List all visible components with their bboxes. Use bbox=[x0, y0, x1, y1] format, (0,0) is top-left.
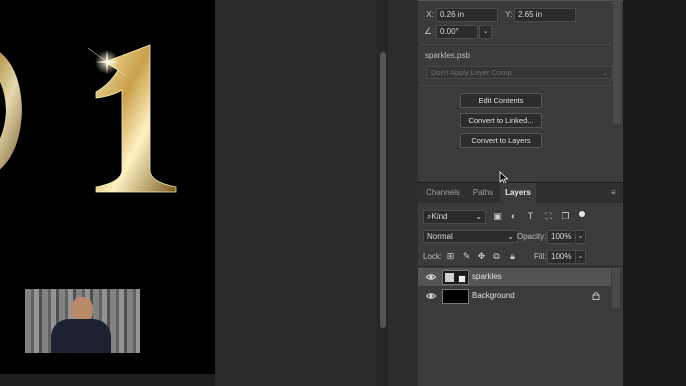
pasteboard bbox=[215, 0, 377, 386]
edit-contents-button[interactable]: Edit Contents bbox=[460, 93, 542, 108]
fill-label: Fill: bbox=[534, 252, 547, 261]
layer-name: sparkles bbox=[472, 272, 502, 281]
document-canvas[interactable] bbox=[0, 0, 215, 374]
visibility-eye-icon[interactable] bbox=[426, 272, 436, 282]
panel-menu-icon[interactable]: ≡ bbox=[611, 189, 619, 197]
angle-dropdown-chevron-icon[interactable]: ⌄ bbox=[479, 25, 492, 39]
filter-kind-dropdown[interactable]: ⌕Kind ⌄ bbox=[423, 210, 486, 224]
filter-smart-object-icon[interactable]: ❐ bbox=[560, 211, 571, 222]
visibility-eye-icon[interactable] bbox=[426, 291, 436, 301]
layer-thumbnail bbox=[442, 289, 469, 304]
opacity-field[interactable]: 100% bbox=[547, 230, 577, 244]
layer-thumbnail bbox=[442, 270, 469, 285]
panel-tab-bar: Channels Paths Layers ≡ bbox=[418, 183, 623, 203]
convert-to-layers-button[interactable]: Convert to Layers bbox=[460, 133, 542, 148]
blend-mode-chevron-icon: ⌄ bbox=[507, 232, 514, 241]
filter-chevron-icon: ⌄ bbox=[475, 212, 482, 221]
fill-chevron-icon[interactable]: ⌄ bbox=[575, 250, 586, 264]
smart-object-filename: sparkles.psb bbox=[425, 51, 470, 60]
layer-name: Background bbox=[472, 291, 515, 300]
lock-all-icon[interactable]: 🔒︎ bbox=[507, 251, 518, 262]
properties-panel: X: 0.26 in Y: 2.65 in ∠ 0.00° ⌄ sparkles… bbox=[418, 0, 623, 182]
tab-layers[interactable]: Layers bbox=[500, 183, 536, 203]
filter-adjustment-layer-icon[interactable]: ◐ bbox=[508, 211, 519, 222]
x-position-field[interactable]: 0.26 in bbox=[436, 8, 498, 22]
blend-mode-value: Normal bbox=[427, 232, 453, 241]
top-divider bbox=[418, 0, 623, 1]
panel-gutter bbox=[388, 0, 418, 386]
smart-object-badge-icon bbox=[458, 275, 466, 283]
layer-comp-dropdown[interactable]: Don't Apply Layer Comp ⌄ bbox=[426, 66, 613, 79]
layer-comp-chevron-icon: ⌄ bbox=[601, 68, 608, 77]
canvas-scrollbar-thumb[interactable] bbox=[380, 52, 386, 328]
webcam-person-body bbox=[51, 319, 111, 353]
angle-field[interactable]: 0.00° bbox=[436, 25, 478, 39]
layer-row-background[interactable]: Background bbox=[418, 287, 611, 305]
filter-shape-layer-icon[interactable]: ⛶ bbox=[543, 211, 554, 222]
convert-to-linked-button[interactable]: Convert to Linked... bbox=[460, 113, 542, 128]
tab-paths[interactable]: Paths bbox=[468, 183, 498, 203]
layer-comp-placeholder: Don't Apply Layer Comp bbox=[431, 68, 512, 77]
tab-channels[interactable]: Channels bbox=[422, 183, 464, 203]
blend-mode-dropdown[interactable]: Normal ⌄ bbox=[423, 230, 518, 243]
opacity-label: Opacity: bbox=[517, 232, 547, 241]
layer-thumb-content bbox=[445, 273, 454, 282]
workspace-edge bbox=[623, 0, 686, 386]
angle-icon: ∠ bbox=[424, 26, 433, 36]
properties-scrollbar[interactable] bbox=[613, 0, 621, 124]
gold-zero-digit bbox=[0, 52, 22, 170]
layer-row-sparkles[interactable]: sparkles bbox=[418, 268, 611, 286]
opacity-chevron-icon[interactable]: ⌄ bbox=[575, 230, 586, 244]
lock-label: Lock: bbox=[423, 252, 443, 261]
props-divider-2 bbox=[421, 85, 611, 86]
layer-lock-icon bbox=[592, 292, 600, 300]
props-divider-1 bbox=[421, 44, 611, 45]
layers-scrollbar[interactable] bbox=[612, 268, 620, 308]
filter-type-layer-icon[interactable]: T bbox=[525, 211, 536, 222]
y-label: Y: bbox=[505, 9, 513, 19]
lock-image-pixels-icon[interactable]: ✎ bbox=[461, 251, 472, 262]
lock-position-icon[interactable]: ✥ bbox=[476, 251, 487, 262]
filter-toggle-icon[interactable] bbox=[579, 211, 585, 217]
filter-pixel-layer-icon[interactable]: ▣ bbox=[492, 211, 503, 222]
layers-divider bbox=[418, 266, 623, 267]
webcam-overlay bbox=[25, 289, 140, 353]
lock-transparent-pixels-icon[interactable]: ⊞ bbox=[445, 251, 456, 262]
fill-field[interactable]: 100% bbox=[547, 250, 577, 264]
lock-artboard-icon[interactable]: ⧉ bbox=[491, 251, 502, 262]
filter-kind-label: Kind bbox=[431, 212, 448, 221]
y-position-field[interactable]: 2.65 in bbox=[514, 8, 576, 22]
x-label: X: bbox=[426, 9, 435, 19]
